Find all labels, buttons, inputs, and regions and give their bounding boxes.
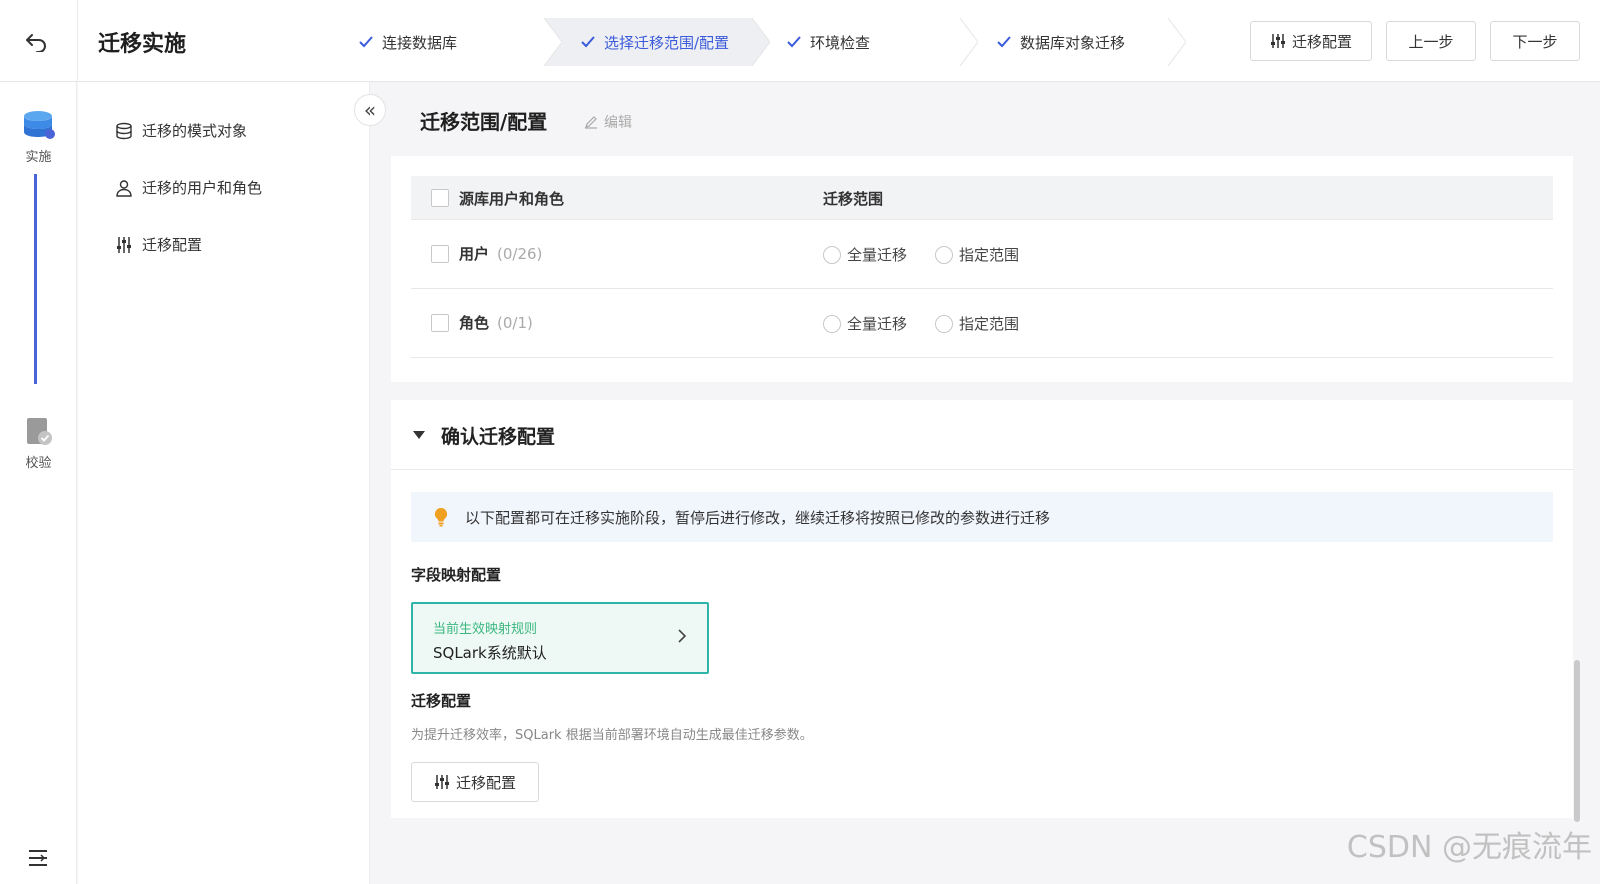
check-icon <box>786 35 802 49</box>
notice-text: 以下配置都可在迁移实施阶段，暂停后进行修改，继续迁移将按照已修改的参数进行迁移 <box>465 508 1051 527</box>
confirm-config-card: 确认迁移配置 以下配置都可在迁移实施阶段，暂停后进行修改，继续迁移将按照已修改的… <box>391 400 1573 818</box>
rail-label: 实施 <box>25 150 52 165</box>
chevron-right-icon <box>677 628 687 648</box>
menu-icon <box>29 850 47 866</box>
caret-down-icon[interactable] <box>413 431 425 439</box>
row-label: 用户 (0/26) <box>459 245 543 263</box>
subnav-label: 迁移配置 <box>142 236 203 254</box>
radio-full-migration[interactable]: 全量迁移 <box>823 313 907 334</box>
subnav-label: 迁移的用户和角色 <box>142 179 263 197</box>
top-bar: 迁移实施 连接数据库 选择迁移范围/配置 环境检查 数据库对象迁移 迁移配置 上… <box>0 0 1600 82</box>
migration-config-label: 迁移配置 <box>411 692 472 710</box>
sliders-icon <box>114 235 134 255</box>
left-rail: 实施 校验 <box>0 82 77 884</box>
check-icon <box>996 35 1012 49</box>
prev-step-button[interactable]: 上一步 <box>1386 21 1476 61</box>
migration-config-description: 为提升迁移效率，SQLark 根据当前部署环境自动生成最佳迁移参数。 <box>411 728 813 743</box>
database-stack-icon <box>23 111 55 139</box>
step-env-check[interactable]: 环境检查 <box>752 18 978 66</box>
users-roles-card: 源库用户和角色 迁移范围 用户 (0/26) 全量迁移 指定范围 角色 (0/1) … <box>391 156 1573 382</box>
menu-toggle-button[interactable] <box>24 844 52 872</box>
edit-link[interactable]: 编辑 <box>584 112 632 132</box>
step-label: 选择迁移范围/配置 <box>604 33 730 52</box>
step-connect-database[interactable]: 连接数据库 <box>336 18 562 66</box>
mapping-rule-selector[interactable]: 当前生效映射规则 SQLark系统默认 <box>411 602 709 674</box>
select-all-checkbox[interactable] <box>431 189 449 207</box>
rail-label: 校验 <box>25 456 52 471</box>
radio-specify-scope[interactable]: 指定范围 <box>935 313 1019 334</box>
row-checkbox[interactable] <box>431 314 449 332</box>
radio-circle <box>935 245 953 264</box>
check-icon <box>580 35 596 49</box>
card-header[interactable]: 确认迁移配置 <box>391 400 1573 470</box>
next-step-button[interactable]: 下一步 <box>1490 21 1580 61</box>
mapping-value: SQLark系统默认 <box>433 644 547 662</box>
vertical-scrollbar[interactable] <box>1574 660 1580 822</box>
radio-circle <box>935 314 953 333</box>
table-header: 源库用户和角色 迁移范围 <box>411 176 1553 220</box>
progress-line <box>34 174 37 384</box>
table-row-users: 用户 (0/26) 全量迁移 指定范围 <box>411 220 1553 289</box>
sliders-icon <box>1270 34 1285 48</box>
sliders-icon <box>434 775 449 789</box>
lightbulb-icon <box>433 507 449 527</box>
button-label: 迁移配置 <box>455 773 516 792</box>
subnav-label: 迁移的模式对象 <box>142 122 248 140</box>
card-title: 确认迁移配置 <box>441 426 556 448</box>
migration-config-open-button[interactable]: 迁移配置 <box>411 762 539 802</box>
database-icon <box>114 121 134 141</box>
pencil-icon <box>585 116 597 129</box>
step-select-scope[interactable]: 选择迁移范围/配置 <box>544 18 770 66</box>
step-object-migration[interactable]: 数据库对象迁移 <box>960 18 1186 66</box>
collapse-sidebar-button[interactable]: « <box>354 94 386 126</box>
button-label: 迁移配置 <box>1291 32 1352 51</box>
subnav-item-schema-objects[interactable]: 迁移的模式对象 <box>114 120 247 141</box>
user-icon <box>114 178 134 198</box>
page-title: 迁移实施 <box>98 32 187 57</box>
button-label: 上一步 <box>1408 32 1454 51</box>
check-icon <box>358 35 374 49</box>
column-header-scope: 迁移范围 <box>823 190 884 208</box>
rail-item-verify[interactable]: 校验 <box>0 416 77 471</box>
mapping-subtitle: 当前生效映射规则 <box>433 622 538 637</box>
subnav-item-users-roles[interactable]: 迁移的用户和角色 <box>114 177 262 198</box>
info-notice: 以下配置都可在迁移实施阶段，暂停后进行修改，继续迁移将按照已修改的参数进行迁移 <box>411 492 1553 542</box>
column-header-source: 源库用户和角色 <box>459 190 565 208</box>
section-title: 迁移范围/配置 <box>420 110 548 134</box>
sub-navigation: 迁移的模式对象 迁移的用户和角色 迁移配置 <box>78 82 370 884</box>
radio-specify-scope[interactable]: 指定范围 <box>935 244 1019 265</box>
back-arrow-icon <box>26 34 46 52</box>
watermark: CSDN @无痕流年 <box>1346 830 1592 865</box>
step-label: 数据库对象迁移 <box>1020 33 1126 52</box>
migration-config-button[interactable]: 迁移配置 <box>1250 21 1372 61</box>
double-chevron-left-icon: « <box>363 98 377 122</box>
row-count: (0/26) <box>497 245 543 263</box>
subnav-item-migration-config[interactable]: 迁移配置 <box>114 234 202 255</box>
radio-circle <box>823 245 841 264</box>
row-label: 角色 (0/1) <box>459 314 533 332</box>
step-label: 连接数据库 <box>382 33 458 52</box>
button-label: 下一步 <box>1512 32 1558 51</box>
radio-full-migration[interactable]: 全量迁移 <box>823 244 907 265</box>
stepper: 连接数据库 选择迁移范围/配置 环境检查 数据库对象迁移 <box>336 18 1186 66</box>
row-count: (0/1) <box>497 314 533 332</box>
step-label: 环境检查 <box>810 33 871 52</box>
edit-label: 编辑 <box>604 115 632 131</box>
field-mapping-label: 字段映射配置 <box>411 566 502 584</box>
verify-doc-icon <box>26 418 52 445</box>
divider <box>77 0 78 82</box>
table-row-roles: 角色 (0/1) 全量迁移 指定范围 <box>411 289 1553 358</box>
radio-circle <box>823 314 841 333</box>
row-checkbox[interactable] <box>431 245 449 263</box>
rail-item-implement[interactable]: 实施 <box>0 110 77 165</box>
back-button[interactable] <box>18 24 54 60</box>
